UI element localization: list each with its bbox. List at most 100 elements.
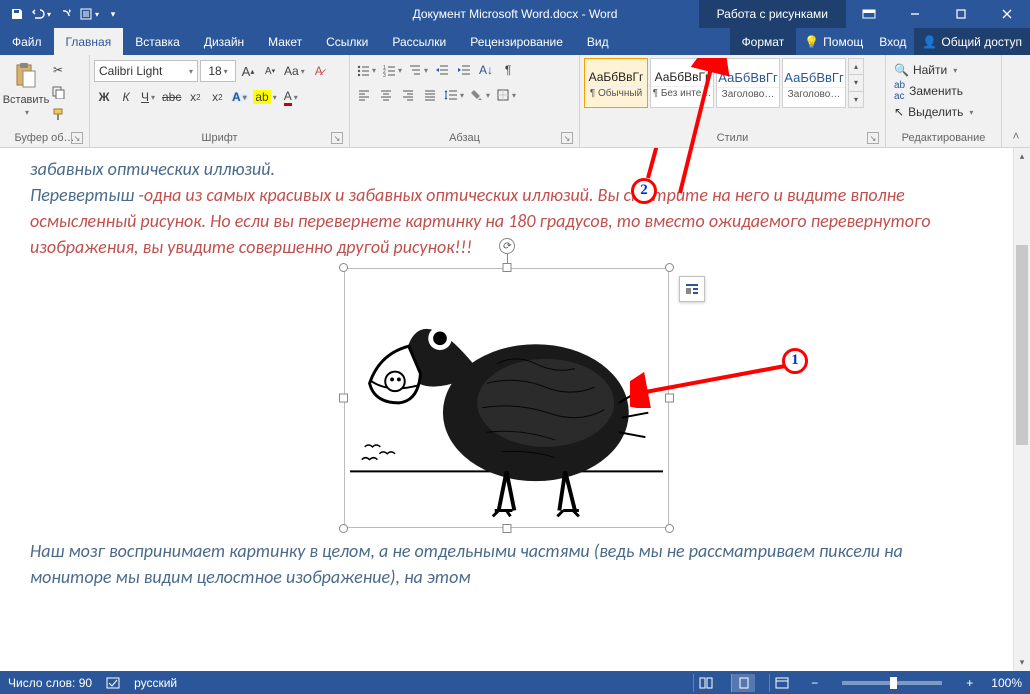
style-heading2[interactable]: АаБбВвГгЗаголово… <box>782 58 846 108</box>
resize-handle-icon[interactable] <box>665 394 674 403</box>
shading-icon[interactable]: ▾ <box>468 85 492 105</box>
copy-icon[interactable] <box>48 82 68 102</box>
align-center-icon[interactable] <box>376 85 396 105</box>
scroll-thumb[interactable] <box>1016 245 1028 445</box>
resize-handle-icon[interactable] <box>502 263 511 272</box>
share-icon: 👤 <box>922 35 937 49</box>
find-button[interactable]: 🔍Найти▾ <box>890 60 977 80</box>
picture-tools-context: Работа с рисунками <box>699 0 846 28</box>
ribbon-display-icon[interactable] <box>846 0 892 28</box>
vertical-scrollbar[interactable]: ▴ ▾ <box>1013 148 1030 671</box>
title-bar: ▾ ▾ ▾ Документ Microsoft Word.docx - Wor… <box>0 0 1030 28</box>
underline-icon[interactable]: Ч▾ <box>138 87 158 107</box>
text-effects-icon[interactable]: A▾ <box>229 87 249 107</box>
language-button[interactable]: русский <box>134 676 177 690</box>
line-spacing-icon[interactable]: ▾ <box>442 85 466 105</box>
maximize-icon[interactable] <box>938 0 984 28</box>
tab-view[interactable]: Вид <box>575 28 621 55</box>
font-color-icon[interactable]: A▾ <box>281 87 301 107</box>
bold-icon[interactable]: Ж <box>94 87 114 107</box>
shrink-font-icon[interactable]: A▾ <box>260 61 280 81</box>
styles-more[interactable]: ▴▾▾ <box>848 58 864 108</box>
tab-home[interactable]: Главная <box>54 28 124 55</box>
numbering-icon[interactable]: 123▾ <box>380 60 404 80</box>
print-layout-icon[interactable] <box>731 674 755 692</box>
rotate-handle-icon[interactable]: ⟳ <box>499 238 515 254</box>
zoom-in-icon[interactable]: + <box>962 676 977 690</box>
tab-review[interactable]: Рецензирование <box>458 28 575 55</box>
zoom-level[interactable]: 100% <box>991 676 1022 690</box>
zoom-slider[interactable] <box>842 681 942 685</box>
dialog-launcher-icon[interactable]: ↘ <box>561 132 573 144</box>
selected-image[interactable]: ⟳ <box>344 268 669 528</box>
zoom-out-icon[interactable]: − <box>807 676 822 690</box>
tab-file[interactable]: Файл <box>0 28 54 55</box>
borders-icon[interactable]: ▾ <box>494 85 518 105</box>
resize-handle-icon[interactable] <box>502 524 511 533</box>
group-title: Буфер об…↘ <box>4 130 85 147</box>
save-icon[interactable] <box>6 3 28 25</box>
zoom-thumb[interactable] <box>890 677 897 689</box>
superscript-icon[interactable]: x2 <box>207 87 227 107</box>
text-paragraph: Наш мозг воспринимает картинку в целом, … <box>30 538 983 590</box>
word-count[interactable]: Число слов: 90 <box>8 676 92 690</box>
multilevel-icon[interactable]: ▾ <box>406 60 430 80</box>
dialog-launcher-icon[interactable]: ↘ <box>867 132 879 144</box>
scroll-up-icon[interactable]: ▴ <box>1014 148 1030 165</box>
dialog-launcher-icon[interactable]: ↘ <box>331 132 343 144</box>
collapse-ribbon-icon[interactable]: ˄ <box>1002 55 1030 147</box>
bullets-icon[interactable]: ▾ <box>354 60 378 80</box>
justify-icon[interactable] <box>420 85 440 105</box>
strike-icon[interactable]: abc <box>160 87 183 107</box>
resize-handle-icon[interactable] <box>339 524 348 533</box>
group-title: Стили↘ <box>584 130 881 147</box>
decrease-indent-icon[interactable] <box>432 60 452 80</box>
tab-layout[interactable]: Макет <box>256 28 314 55</box>
qat-customize-icon[interactable]: ▾ <box>102 3 124 25</box>
redo-icon[interactable] <box>54 3 76 25</box>
change-case-icon[interactable]: Aa▾ <box>282 61 307 81</box>
style-heading1[interactable]: АаБбВвГгЗаголово… <box>716 58 780 108</box>
close-icon[interactable] <box>984 0 1030 28</box>
paste-button[interactable]: Вставить▾ <box>4 58 48 117</box>
resize-handle-icon[interactable] <box>665 263 674 272</box>
subscript-icon[interactable]: x2 <box>185 87 205 107</box>
document-page[interactable]: забавных оптических иллюзий. Перевертыш … <box>0 148 1013 671</box>
italic-icon[interactable]: К <box>116 87 136 107</box>
clear-format-icon[interactable]: A̷ <box>309 61 329 81</box>
tell-me-button[interactable]: 💡Помощ <box>796 28 871 55</box>
web-layout-icon[interactable] <box>769 674 793 692</box>
undo-icon[interactable]: ▾ <box>30 3 52 25</box>
dialog-launcher-icon[interactable]: ↘ <box>71 132 83 144</box>
align-left-icon[interactable] <box>354 85 374 105</box>
increase-indent-icon[interactable] <box>454 60 474 80</box>
read-mode-icon[interactable] <box>693 674 717 692</box>
paragraph-marks-icon[interactable]: ¶ <box>498 60 518 80</box>
grow-font-icon[interactable]: A▴ <box>238 61 258 81</box>
resize-handle-icon[interactable] <box>665 524 674 533</box>
cut-icon[interactable]: ✂ <box>48 60 68 80</box>
select-button[interactable]: ↖Выделить▾ <box>890 102 977 122</box>
font-size-select[interactable]: 18▾ <box>200 60 236 82</box>
proofing-icon[interactable] <box>106 676 120 690</box>
tab-references[interactable]: Ссылки <box>314 28 380 55</box>
sort-icon[interactable]: A↓ <box>476 60 496 80</box>
scroll-down-icon[interactable]: ▾ <box>1014 654 1030 671</box>
layout-options-icon[interactable] <box>679 276 705 302</box>
align-right-icon[interactable] <box>398 85 418 105</box>
share-button[interactable]: 👤Общий доступ <box>914 28 1030 55</box>
tab-mailings[interactable]: Рассылки <box>380 28 458 55</box>
format-painter-icon[interactable] <box>48 104 68 124</box>
replace-button[interactable]: abacЗаменить <box>890 81 977 101</box>
signin-button[interactable]: Вход <box>871 28 914 55</box>
style-nospacing[interactable]: АаБбВвГг¶ Без инте… <box>650 58 714 108</box>
tab-format[interactable]: Формат <box>730 28 797 55</box>
tab-design[interactable]: Дизайн <box>192 28 256 55</box>
minimize-icon[interactable] <box>892 0 938 28</box>
qat-button[interactable]: ▾ <box>78 3 100 25</box>
tab-insert[interactable]: Вставка <box>123 28 192 55</box>
style-normal[interactable]: АаБбВвГг¶ Обычный <box>584 58 648 108</box>
resize-handle-icon[interactable] <box>339 394 348 403</box>
font-name-select[interactable]: Calibri Light▾ <box>94 60 198 82</box>
highlight-icon[interactable]: ab▾ <box>251 87 278 107</box>
